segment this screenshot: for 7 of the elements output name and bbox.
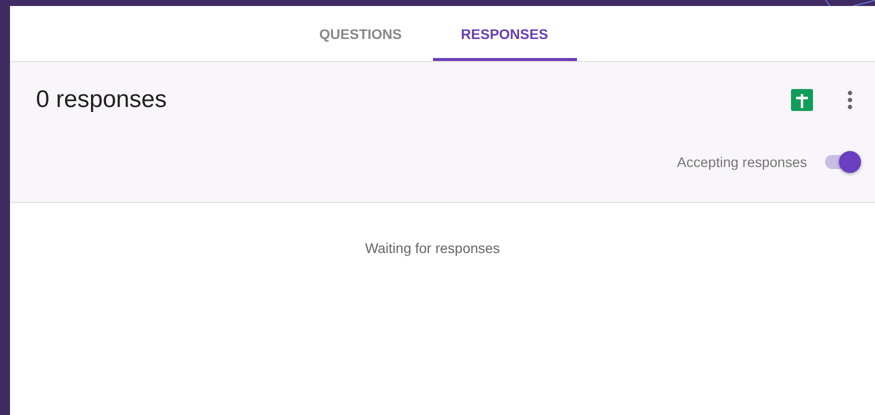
more-options-icon[interactable] [847,90,853,110]
empty-message: Waiting for responses [365,240,500,256]
accepting-responses-label: Accepting responses [677,154,807,170]
tab[interactable]: QUESTIONS [288,6,432,61]
response-count: 0 responses [36,86,167,114]
spreadsheet-icon[interactable] [791,89,813,111]
background-lines-drawing [825,0,875,6]
